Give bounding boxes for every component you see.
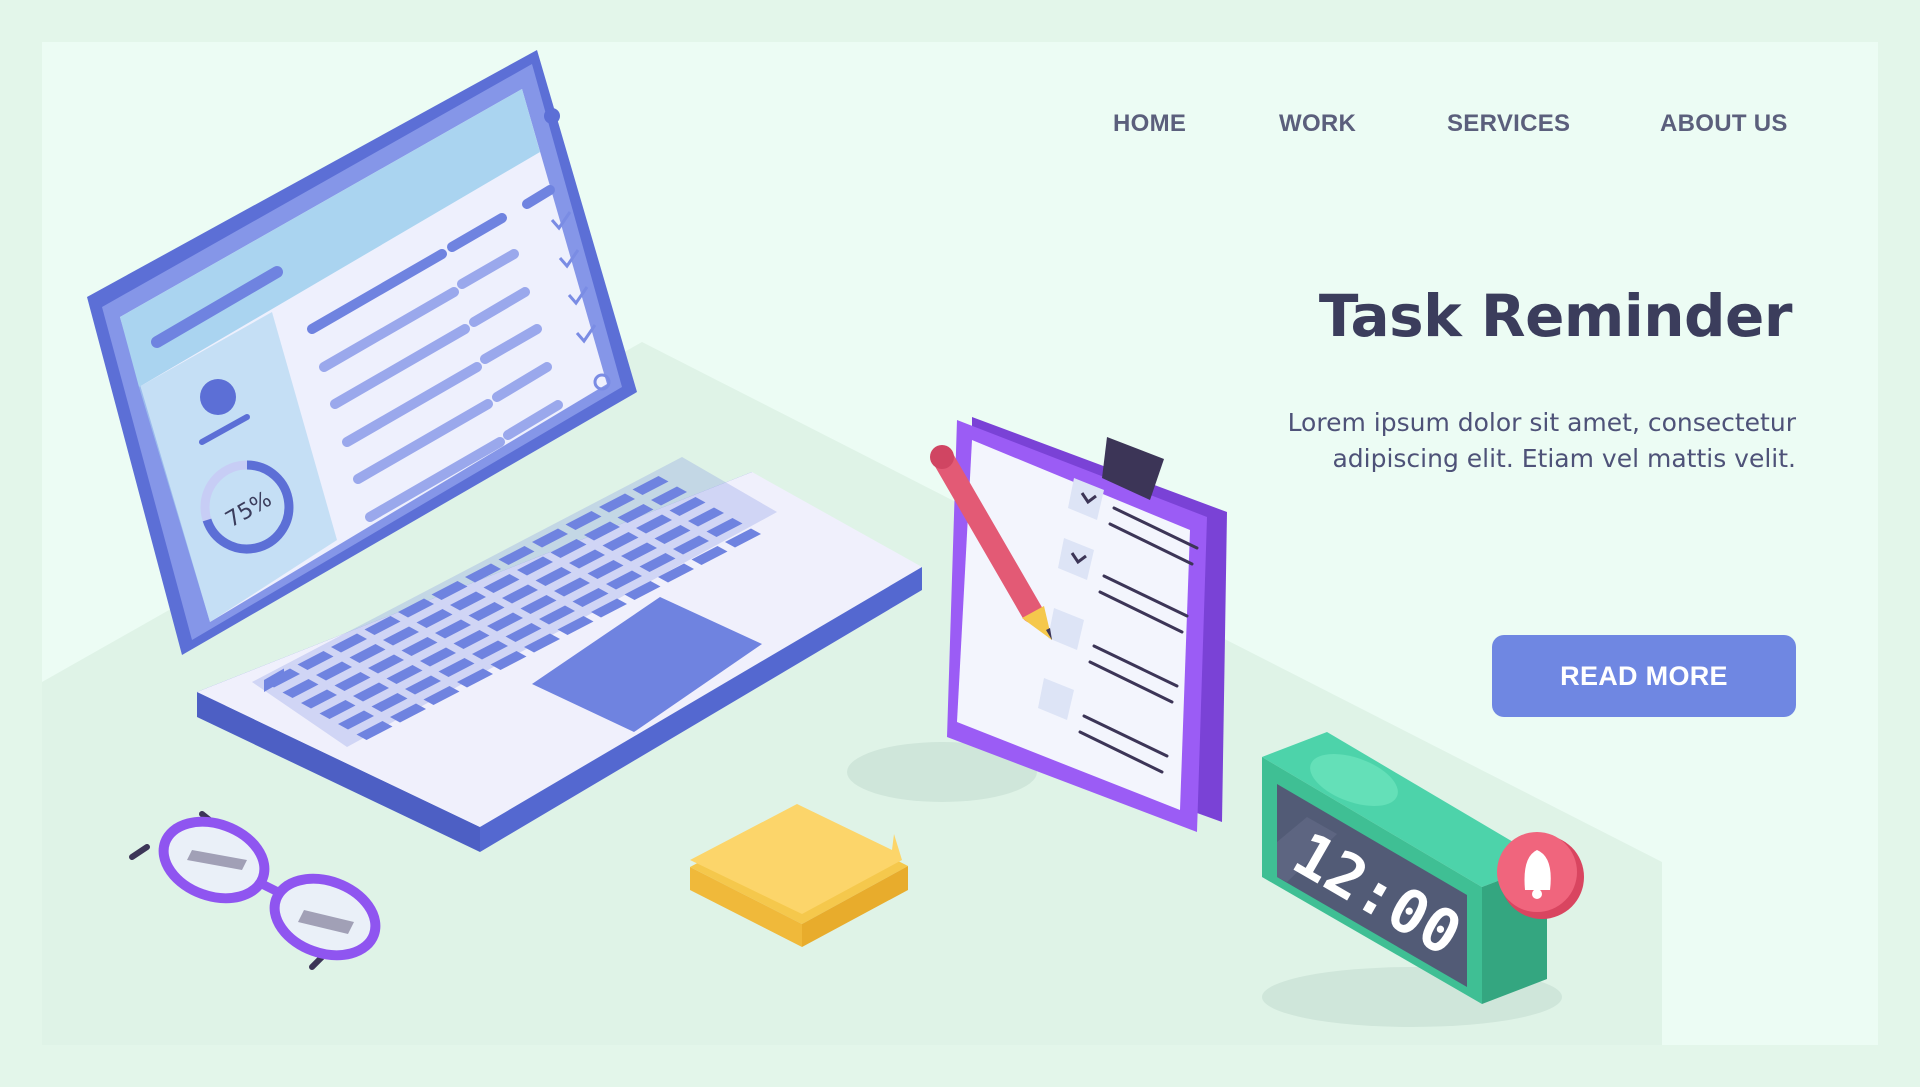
nav-item-about-us[interactable]: ABOUT US — [1660, 110, 1788, 138]
nav-item-work[interactable]: WORK — [1279, 110, 1356, 138]
landing-page: 75% 12:00 HOME WORK SERVICES ABOUT US Ta… — [42, 42, 1878, 1045]
nav-item-services[interactable]: SERVICES — [1447, 110, 1570, 138]
user-avatar-icon — [200, 379, 236, 415]
read-more-button[interactable]: READ MORE — [1492, 635, 1796, 717]
main-nav: HOME WORK SERVICES ABOUT US — [42, 110, 1878, 150]
task-reminder-illustration: 75% 12:00 — [42, 50, 1662, 1045]
hero-description: Lorem ipsum dolor sit amet, consectetur … — [1287, 408, 1796, 473]
hero-title: Task Reminder — [1318, 282, 1793, 350]
nav-item-home[interactable]: HOME — [1113, 110, 1186, 138]
